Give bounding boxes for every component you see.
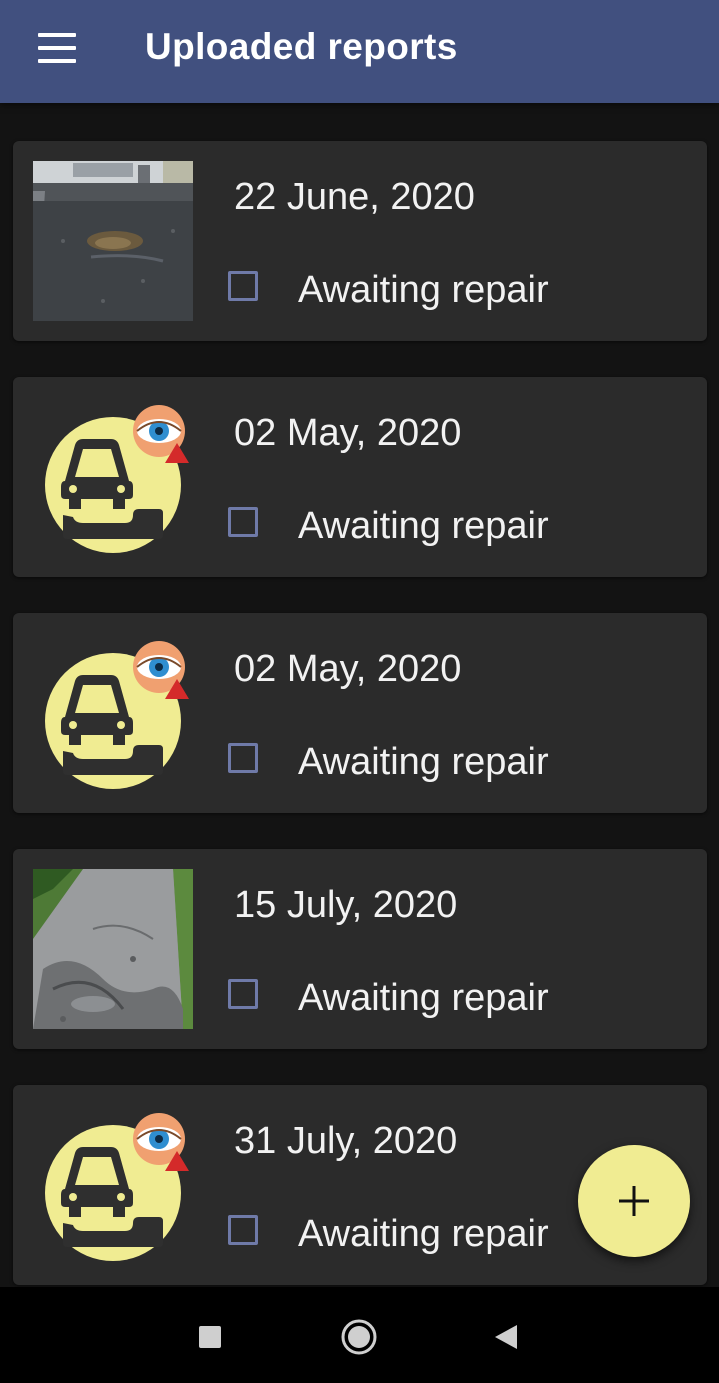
repair-status-checkbox[interactable] bbox=[228, 743, 258, 773]
report-date: 22 June, 2020 bbox=[234, 176, 475, 218]
app-bar: Uploaded reports bbox=[0, 0, 719, 103]
repair-status-checkbox[interactable] bbox=[228, 1215, 258, 1245]
car-pothole-icon bbox=[45, 641, 189, 789]
repair-status-label: Awaiting repair bbox=[298, 1213, 549, 1255]
repair-status-checkbox[interactable] bbox=[228, 979, 258, 1009]
repair-status-label: Awaiting repair bbox=[298, 269, 549, 311]
report-card[interactable]: 02 May, 2020 Awaiting repair bbox=[13, 613, 707, 813]
report-photo-thumbnail bbox=[33, 161, 193, 321]
car-pothole-icon bbox=[45, 1113, 189, 1261]
report-card[interactable]: 22 June, 2020 Awaiting repair bbox=[13, 141, 707, 341]
report-card[interactable]: 02 May, 2020 Awaiting repair bbox=[13, 377, 707, 577]
triangle-back-icon[interactable] bbox=[478, 1309, 534, 1365]
report-list[interactable]: 22 June, 2020 Awaiting repair 02 May, 20… bbox=[0, 103, 719, 1287]
page-title: Uploaded reports bbox=[145, 26, 458, 67]
car-pothole-icon bbox=[45, 405, 189, 553]
app-root: Uploaded reports 22 June, 2020 Awaiting … bbox=[0, 0, 719, 1383]
report-date: 02 May, 2020 bbox=[234, 412, 462, 454]
square-icon[interactable] bbox=[182, 1309, 238, 1365]
repair-status-checkbox[interactable] bbox=[228, 271, 258, 301]
add-report-button[interactable] bbox=[578, 1145, 690, 1257]
report-date: 15 July, 2020 bbox=[234, 884, 458, 926]
system-navigation-bar bbox=[0, 1287, 719, 1383]
report-date: 02 May, 2020 bbox=[234, 648, 462, 690]
report-date: 31 July, 2020 bbox=[234, 1120, 458, 1162]
report-card[interactable]: 15 July, 2020 Awaiting repair bbox=[13, 849, 707, 1049]
repair-status-label: Awaiting repair bbox=[298, 505, 549, 547]
circle-icon[interactable] bbox=[331, 1309, 387, 1365]
repair-status-label: Awaiting repair bbox=[298, 977, 549, 1019]
repair-status-label: Awaiting repair bbox=[298, 741, 549, 783]
plus-icon bbox=[619, 1186, 649, 1216]
report-photo-thumbnail bbox=[33, 869, 193, 1029]
repair-status-checkbox[interactable] bbox=[228, 507, 258, 537]
hamburger-menu-icon[interactable] bbox=[22, 20, 90, 74]
